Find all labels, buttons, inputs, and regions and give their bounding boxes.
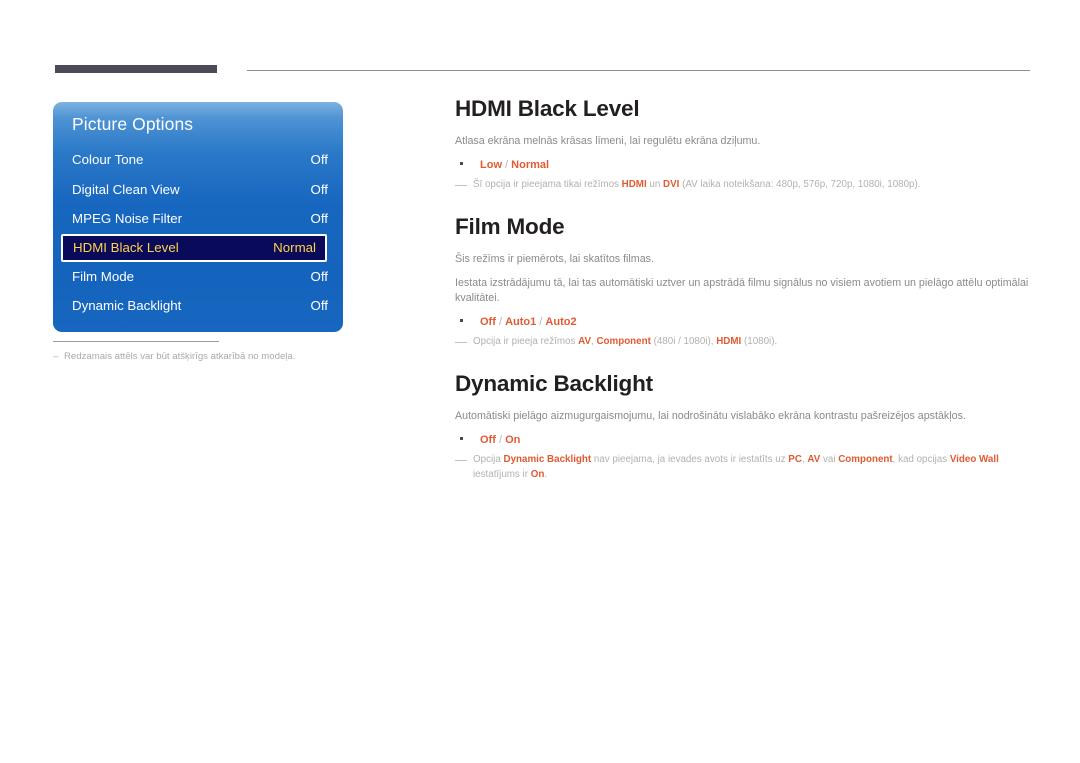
section-note: Šī opcija ir pieejama tikai režīmos HDMI… (455, 178, 1032, 193)
menu-item-label: MPEG Noise Filter (72, 211, 183, 227)
page-header (0, 0, 1080, 90)
header-thin-rule (247, 70, 1030, 71)
section-note: Opcija ir pieeja režīmos AV, Component (… (455, 335, 1032, 350)
option-values: Off / On (480, 433, 521, 446)
menu-item-value: Off (310, 152, 329, 168)
footnote-dash: – (53, 351, 59, 362)
option-values-row: Off / On (455, 434, 1032, 446)
menu-item-label: HDMI Black Level (73, 240, 179, 255)
menu-item-label: Dynamic Backlight (72, 298, 182, 314)
menu-item-dynamic-backlight[interactable]: Dynamic Backlight Off (53, 291, 343, 321)
option-values-row: Low / Normal (455, 159, 1032, 171)
section-title: HDMI Black Level (455, 96, 640, 121)
menu-item-digital-clean-view[interactable]: Digital Clean View Off (53, 175, 343, 205)
menu-item-hdmi-black-level[interactable]: HDMI Black Level Normal (61, 233, 327, 262)
menu-item-colour-tone[interactable]: Colour Tone Off (53, 145, 343, 175)
note-dash-icon (455, 184, 467, 187)
header-thick-bar (55, 65, 217, 73)
main-content: HDMI Black Level Atlasa ekrāna melnās kr… (455, 96, 1032, 482)
menu-item-value: Normal (273, 240, 316, 255)
option-values-row: Off / Auto1 / Auto2 (455, 316, 1032, 328)
section-title: Dynamic Backlight (455, 371, 653, 397)
footnote-text: Redzamais attēls var būt atšķirīgs atkar… (64, 351, 296, 362)
section-title: Film Mode (455, 214, 565, 240)
section-note: Opcija Dynamic Backlight nav pieejama, j… (455, 453, 1032, 482)
menu-item-label: Colour Tone (72, 152, 144, 168)
menu-item-value: Off (310, 211, 329, 227)
section-description: Automātiski pielāgo aizmugurgaismojumu, … (455, 410, 966, 423)
menu-item-mpeg-noise-filter[interactable]: MPEG Noise Filter Off (53, 204, 343, 234)
option-values: Off / Auto1 / Auto2 (480, 315, 577, 328)
menu-footnote-block: – Redzamais attēls var būt atšķirīgs atka… (53, 341, 353, 362)
menu-item-value: Off (310, 181, 329, 197)
menu-row-list: Colour Tone Off Digital Clean View Off M… (53, 145, 343, 321)
note-dash-icon (455, 459, 467, 462)
option-values: Low / Normal (480, 158, 550, 171)
section-description-2: Iestata izstrādājumu tā, lai tas automāt… (455, 276, 1029, 305)
bullet-icon (460, 436, 463, 440)
footnote-divider (53, 341, 219, 342)
menu-item-label: Digital Clean View (72, 181, 180, 197)
note-text: Šī opcija ir pieejama tikai režīmos HDMI… (473, 178, 921, 190)
note-text: Opcija ir pieeja režīmos AV, Component (… (473, 335, 778, 347)
menu-item-label: Film Mode (72, 268, 135, 284)
menu-footnote: – Redzamais attēls var būt atšķirīgs atka… (53, 351, 353, 362)
picture-options-menu-panel: Picture Options Colour Tone Off Digital … (53, 102, 343, 332)
menu-item-value: Off (310, 268, 329, 284)
section-description: Šis režīms ir piemērots, lai skatītos fi… (455, 253, 654, 266)
note-dash-icon (455, 341, 467, 344)
note-text: Opcija Dynamic Backlight nav pieejama, j… (473, 453, 999, 480)
menu-item-value: Off (310, 298, 329, 314)
section-hdmi-black-level: HDMI Black Level Atlasa ekrāna melnās kr… (455, 96, 1032, 192)
bullet-icon (460, 161, 463, 165)
menu-item-film-mode[interactable]: Film Mode Off (53, 262, 343, 292)
section-film-mode: Film Mode Šis režīms ir piemērots, lai s… (455, 214, 1032, 349)
menu-panel-title: Picture Options (72, 114, 194, 134)
section-dynamic-backlight: Dynamic Backlight Automātiski pielāgo ai… (455, 371, 1032, 482)
bullet-icon (460, 318, 463, 322)
section-description: Atlasa ekrāna melnās krāsas līmeni, lai … (455, 135, 761, 147)
